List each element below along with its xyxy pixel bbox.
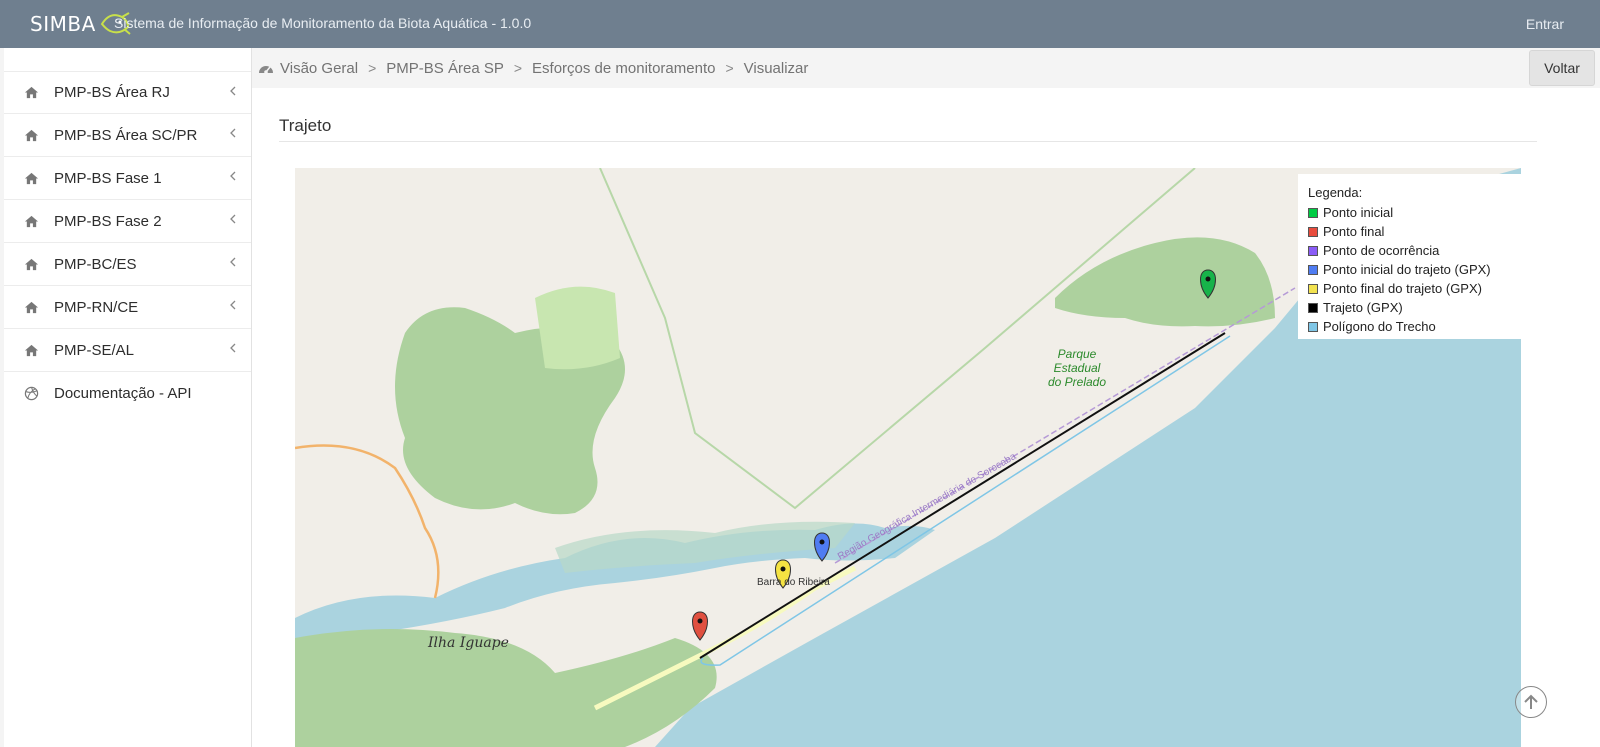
home-icon [24,215,39,227]
home-icon [24,172,39,184]
legend-item-ponto-inicial: Ponto inicial [1308,203,1511,222]
sidebar-item-label: PMP-BS Área RJ [54,84,170,101]
legend-title: Legenda: [1308,185,1363,200]
legend-swatch [1308,283,1318,294]
breadcrumb-separator: > [513,60,523,76]
sidebar-item-pmp-bs-fase-1[interactable]: PMP-BS Fase 1 [4,157,251,200]
section-title: Trajeto [279,116,332,135]
chevron-left-icon [230,300,236,310]
legend-swatch [1308,207,1318,218]
sidebar-item-label: PMP-BS Área SC/PR [54,126,198,144]
legend-label: Trajeto (GPX) [1323,300,1403,315]
basketball-icon [24,386,39,401]
main-content: Visão Geral > PMP-BS Área SP > Esforços … [252,48,1600,747]
map-label-park-3: do Prelado [1048,375,1106,389]
home-icon [24,301,39,313]
breadcrumb-item-esforcos[interactable]: Esforços de monitoramento [532,60,715,77]
login-link[interactable]: Entrar [1526,16,1564,32]
arrow-up-icon [1524,694,1538,709]
sidebar-item-label: Documentação - API [54,385,192,402]
sidebar-item-documentacao-api[interactable]: Documentação - API [4,372,251,415]
sidebar-item-pmp-bs-area-rj[interactable]: PMP-BS Área RJ [4,71,251,114]
clearing-area [535,286,620,370]
legend-label: Polígono do Trecho [1323,319,1436,334]
legend-item-poligono-trecho: Polígono do Trecho [1308,317,1511,336]
breadcrumb: Visão Geral > PMP-BS Área SP > Esforços … [252,48,1600,88]
legend-item-ponto-ocorrencia: Ponto de ocorrência [1308,241,1511,260]
chevron-left-icon [230,343,236,353]
chevron-left-icon [230,171,236,181]
dashboard-icon [259,66,273,74]
divider [279,141,1537,142]
app-title: Sistema de Informação de Monitoramento d… [114,15,532,31]
legend-label: Ponto final do trajeto (GPX) [1323,281,1482,296]
home-icon [24,344,39,356]
brand-name: SIMBA [30,12,96,36]
legend-item-ponto-final: Ponto final [1308,222,1511,241]
back-button[interactable]: Voltar [1529,50,1595,86]
sidebar-item-pmp-bc-es[interactable]: PMP-BC/ES [4,243,251,286]
breadcrumb-separator: > [725,60,734,76]
sidebar: PMP-BS Área RJ PMP-BS Área SC/PR PMP-BS … [4,48,252,747]
sidebar-item-label: PMP-BS Fase 1 [54,169,162,187]
legend-item-ponto-inicial-gpx: Ponto inicial do trajeto (GPX) [1308,260,1511,279]
legend-item-trajeto-gpx: Trajeto (GPX) [1308,298,1511,317]
legend-label: Ponto inicial [1323,205,1394,220]
legend-swatch [1308,321,1318,332]
breadcrumb-item-visao-geral[interactable]: Visão Geral [258,60,358,77]
route-map[interactable]: Parque Estadual do Prelado Ilha Iguape B… [295,168,1521,747]
legend-label: Ponto inicial do trajeto (GPX) [1323,262,1491,277]
map-label-town: Barra do Ribeira [757,577,830,588]
chevron-left-icon [230,257,236,267]
chevron-left-icon [230,86,236,96]
map-label-island: Ilha Iguape [427,635,509,651]
legend-swatch [1308,245,1318,256]
sidebar-item-pmp-bs-area-sc-pr[interactable]: PMP-BS Área SC/PR [4,114,251,157]
chevron-left-icon [230,128,236,138]
sidebar-item-pmp-rn-ce[interactable]: PMP-RN/CE [4,286,251,329]
map-legend: Legenda: Ponto inicial Ponto final Ponto… [1298,174,1521,339]
chevron-left-icon [230,214,236,224]
legend-label: Ponto de ocorrência [1323,243,1440,258]
home-icon [24,86,39,99]
top-navbar: SIMBA Sistema de Informação de Monitoram… [0,0,1600,48]
legend-label: Ponto final [1323,224,1385,239]
sidebar-item-label: PMP-RN/CE [54,298,139,316]
legend-swatch [1308,302,1318,313]
sidebar-item-pmp-bs-fase-2[interactable]: PMP-BS Fase 2 [4,200,251,243]
legend-swatch [1308,226,1318,237]
map-label-park-1: Parque [1058,347,1097,361]
sidebar-item-pmp-se-al[interactable]: PMP-SE/AL [4,329,251,372]
map-label-park-2: Estadual [1054,361,1101,375]
breadcrumb-item-pmp-bs-area-sp[interactable]: PMP-BS Área SP [386,60,504,77]
legend-swatch [1308,264,1318,275]
breadcrumb-item-visualizar: Visualizar [743,59,809,77]
sidebar-item-label: PMP-BS Fase 2 [54,212,162,230]
scroll-to-top-button[interactable] [1515,686,1547,718]
breadcrumb-label: Visão Geral [280,59,359,77]
sidebar-item-label: PMP-SE/AL [54,341,135,359]
breadcrumb-separator: > [368,60,377,76]
legend-item-ponto-final-gpx: Ponto final do trajeto (GPX) [1308,279,1511,298]
sidebar-item-label: PMP-BC/ES [54,255,137,273]
home-icon [24,129,39,141]
home-icon [24,258,39,270]
